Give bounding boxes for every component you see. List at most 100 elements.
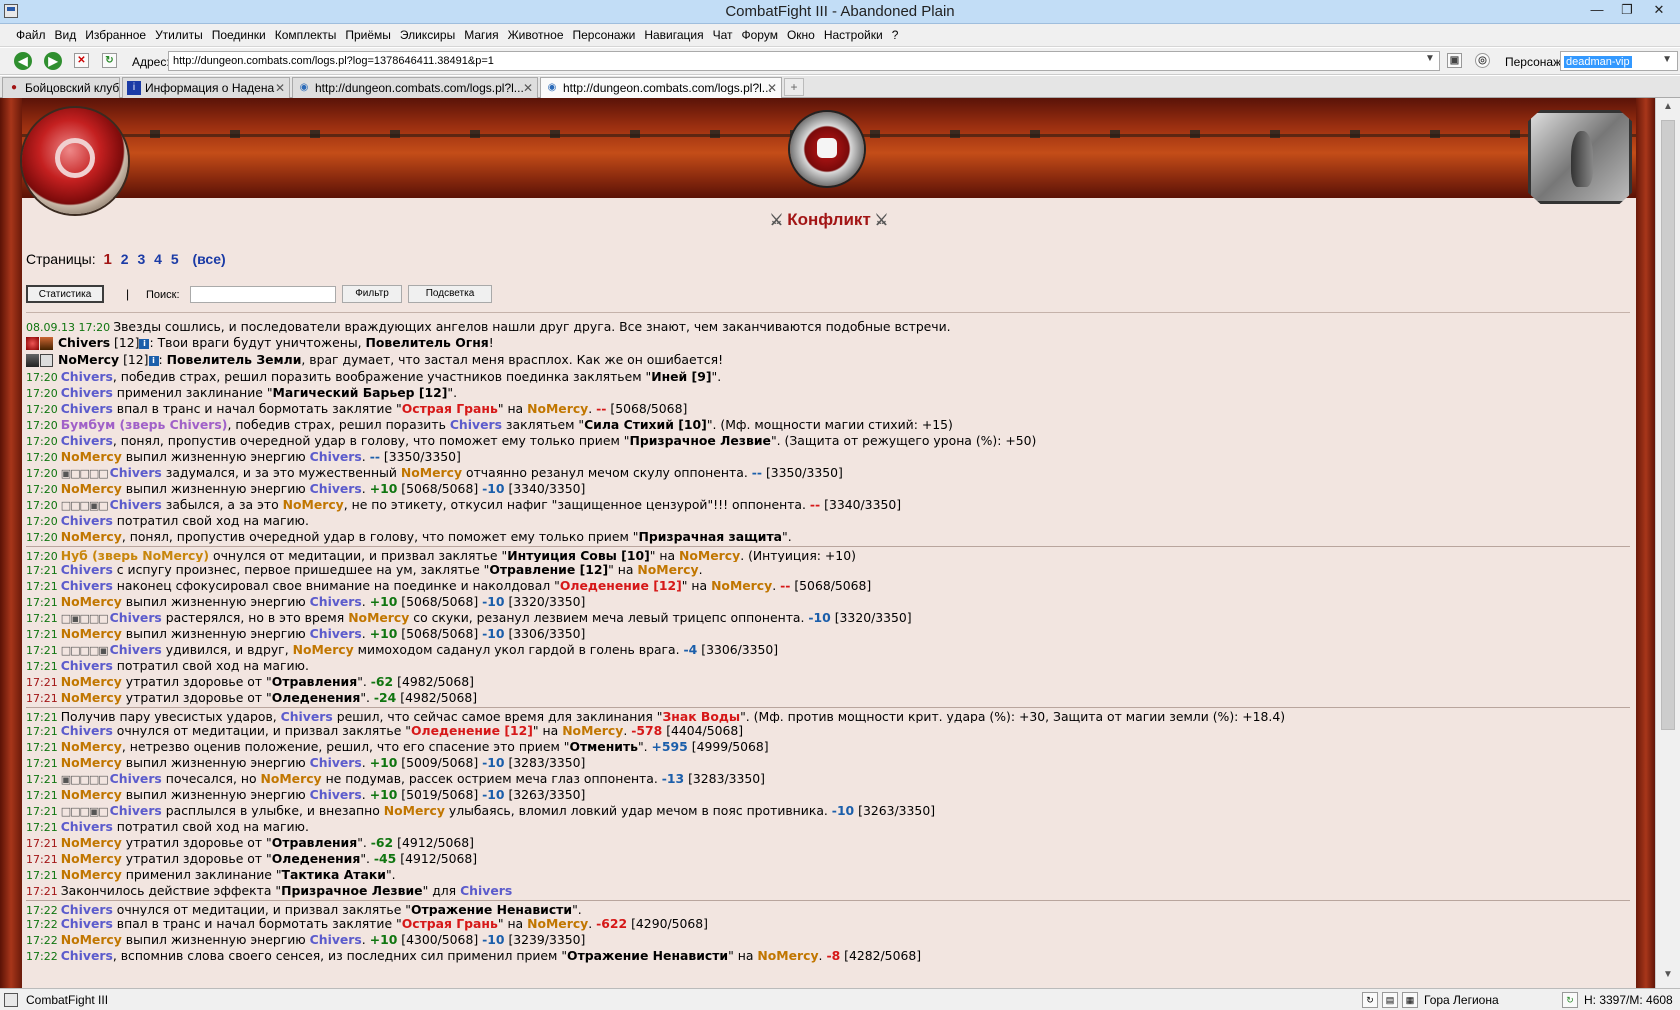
player-name[interactable]: NoMercy (58, 352, 119, 367)
player-name[interactable]: Chivers (110, 642, 162, 657)
all-pages-link[interactable]: (все) (193, 251, 226, 267)
scroll-down-icon[interactable]: ▼ (1656, 966, 1680, 984)
address-input[interactable] (168, 51, 1440, 71)
menu-characters[interactable]: Персонажи (573, 24, 636, 46)
page-link[interactable]: 2 (121, 251, 129, 267)
back-icon[interactable]: ◀ (14, 52, 32, 70)
page-link[interactable]: 5 (171, 251, 179, 267)
scroll-thumb[interactable] (1661, 120, 1675, 730)
player-name[interactable]: Chivers (61, 513, 113, 528)
sync-icon[interactable]: ↻ (1562, 992, 1578, 1008)
menu-navigation[interactable]: Навигация (644, 24, 703, 46)
player-name[interactable]: Chivers (310, 481, 362, 496)
player-name[interactable]: NoMercy (679, 548, 740, 562)
player-name[interactable]: Chivers (61, 433, 113, 448)
player-name[interactable]: NoMercy (562, 723, 623, 738)
forward-icon[interactable]: ▶ (44, 52, 62, 70)
menu-file[interactable]: Файл (16, 24, 46, 46)
stop-icon[interactable]: ✕ (74, 53, 89, 68)
player-name[interactable]: Chivers (61, 819, 113, 834)
player-name[interactable]: Chivers (110, 610, 162, 625)
menu-window[interactable]: Окно (787, 24, 815, 46)
player-name[interactable]: NoMercy (711, 578, 772, 593)
player-name[interactable]: Chivers (61, 948, 113, 963)
stats-button[interactable]: Статистика (26, 285, 104, 303)
close-icon[interactable]: ✕ (767, 78, 777, 98)
player-name[interactable]: NoMercy (293, 642, 354, 657)
info-icon[interactable]: i (148, 355, 159, 366)
refresh-icon[interactable]: ↻ (1362, 992, 1378, 1008)
player-name[interactable]: NoMercy (283, 497, 344, 512)
menu-forum[interactable]: Форум (742, 24, 778, 46)
player-name[interactable]: NoMercy (637, 562, 698, 577)
info-icon[interactable]: i (139, 338, 150, 349)
player-name[interactable]: Chivers (110, 771, 162, 786)
player-name[interactable]: NoMercy (527, 916, 588, 931)
player-name[interactable]: Chivers (310, 787, 362, 802)
menu-settings[interactable]: Настройки (824, 24, 883, 46)
menu-utilities[interactable]: Утилиты (155, 24, 203, 46)
vertical-scrollbar[interactable]: ▲ ▼ (1655, 98, 1680, 988)
persona-dropdown-icon[interactable]: ▼ (1660, 54, 1674, 65)
menu-help[interactable]: ? (892, 24, 899, 46)
close-icon[interactable]: ✕ (275, 78, 285, 98)
player-name[interactable]: Chivers (460, 883, 512, 898)
close-button[interactable]: ✕ (1644, 0, 1674, 22)
menu-chat[interactable]: Чат (713, 24, 733, 46)
scroll-up-icon[interactable]: ▲ (1656, 98, 1680, 116)
menu-favorites[interactable]: Избранное (85, 24, 146, 46)
player-name[interactable]: Chivers (61, 723, 113, 738)
glasses-icon[interactable]: ◎ (1475, 53, 1490, 68)
player-name[interactable]: NoMercy (384, 803, 445, 818)
player-name[interactable]: NoMercy (61, 449, 122, 464)
player-name[interactable]: NoMercy (61, 755, 122, 770)
player-name[interactable]: Chivers (310, 932, 362, 947)
player-name[interactable]: NoMercy (401, 465, 462, 480)
player-name[interactable]: Chivers (61, 369, 113, 384)
persona-select[interactable]: deadman-vip ▼ (1560, 51, 1678, 71)
player-name[interactable]: Chivers (61, 401, 113, 416)
highlight-button[interactable]: Подсветка (408, 285, 492, 303)
menu-magic[interactable]: Магия (464, 24, 498, 46)
page-link[interactable]: 3 (137, 251, 145, 267)
player-name[interactable]: Chivers (310, 594, 362, 609)
menu-view[interactable]: Вид (55, 24, 77, 46)
map-icon[interactable]: ▦ (1402, 992, 1418, 1008)
tab-info[interactable]: i Информация о Надена ✕ (122, 77, 290, 98)
page-link[interactable]: 4 (154, 251, 162, 267)
player-name[interactable]: Chivers (450, 417, 502, 432)
address-dropdown-icon[interactable]: ▼ (1425, 53, 1435, 64)
menu-elixirs[interactable]: Эликсиры (400, 24, 455, 46)
menu-animal[interactable]: Животное (508, 24, 564, 46)
player-name[interactable]: Chivers (61, 902, 113, 916)
tab-fight-club[interactable]: ● Бойцовский клуб (2, 77, 120, 98)
player-name[interactable]: Chivers (110, 497, 162, 512)
player-name[interactable]: NoMercy (61, 835, 122, 850)
player-name[interactable]: Chivers (61, 562, 113, 577)
player-name[interactable]: NoMercy (527, 401, 588, 416)
player-name[interactable]: NoMercy (61, 932, 122, 947)
player-name[interactable]: Chivers (61, 658, 113, 673)
player-name[interactable]: Chivers (61, 578, 113, 593)
player-name[interactable]: Бумбум (зверь Chivers) (61, 417, 228, 432)
player-name[interactable]: NoMercy (61, 481, 122, 496)
player-name[interactable]: NoMercy (61, 851, 122, 866)
player-name[interactable]: NoMercy (61, 674, 122, 689)
player-name[interactable]: NoMercy (61, 594, 122, 609)
player-name[interactable]: NoMercy (757, 948, 818, 963)
filter-button[interactable]: Фильтр (342, 285, 402, 303)
tab-log-2[interactable]: ◉ http://dungeon.combats.com/logs.pl?l...… (540, 77, 782, 99)
restore-button[interactable]: ❐ (1612, 0, 1642, 22)
player-name[interactable]: NoMercy (61, 867, 122, 882)
player-name[interactable]: Нуб (зверь NoMercy) (61, 548, 209, 562)
player-name[interactable]: NoMercy (260, 771, 321, 786)
menu-techniques[interactable]: Приёмы (345, 24, 391, 46)
player-name[interactable]: Chivers (110, 803, 162, 818)
player-name[interactable]: Chivers (310, 755, 362, 770)
menu-sets[interactable]: Комплекты (275, 24, 337, 46)
player-name[interactable]: Chivers (58, 335, 110, 350)
player-name[interactable]: Chivers (281, 709, 333, 723)
close-icon[interactable]: ✕ (523, 78, 533, 98)
player-name[interactable]: NoMercy (61, 626, 122, 641)
menu-fights[interactable]: Поединки (212, 24, 266, 46)
